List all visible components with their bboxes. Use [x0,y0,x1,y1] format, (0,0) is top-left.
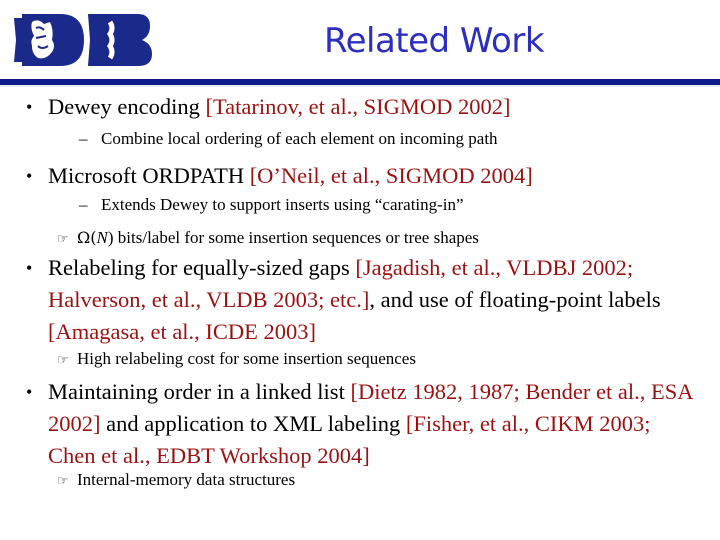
item-text-2: , and use of floating-point labels [369,287,661,312]
dash-marker: – [79,129,88,148]
item-text: Maintaining order in a linked list [48,379,351,404]
slide-title: Related Work [324,21,545,61]
citation: [O’Neil, et al., SIGMOD 2004] [249,163,533,188]
bullet-icon: • [26,166,33,186]
title-rule-shadow [0,85,720,87]
sub-item: – Combine local ordering of each element … [79,128,699,150]
pointing-hand-icon: ☞ [57,352,69,367]
note-text: Internal-memory data structures [77,470,296,489]
omega-symbol: Ω( [77,228,97,247]
sub-item-text: Extends Dewey to support inserts using “… [101,195,464,214]
bullet-icon: • [26,258,33,278]
bullet-item: • Maintaining order in a linked list [Di… [26,376,698,472]
bullet-icon: • [26,97,33,117]
duke-db-logo [14,14,152,66]
note-item: ☞ Ω(N) bits/label for some insertion sequ… [57,227,697,250]
item-text-2: and application to XML labeling [100,411,406,436]
dash-marker: – [79,195,88,214]
citation: [Tatarinov, et al., SIGMOD 2002] [205,94,511,119]
bullet-item: • Microsoft ORDPATH [O’Neil, et al., SIG… [26,160,698,192]
note-text: bits/label for some insertion sequences … [113,228,479,247]
pointing-hand-icon: ☞ [57,473,69,488]
item-text: Microsoft ORDPATH [48,163,250,188]
note-item: ☞ High relabeling cost for some insertion… [57,348,697,371]
bullet-icon: • [26,382,33,402]
note-item: ☞ Internal-memory data structures [57,469,697,492]
bullet-item: • Relabeling for equally-sized gaps [Jag… [26,252,698,348]
pointing-hand-icon: ☞ [57,231,69,246]
note-text: High relabeling cost for some insertion … [77,349,416,368]
sub-item: – Extends Dewey to support inserts using … [79,194,699,216]
citation-2: [Amagasa, et al., ICDE 2003] [48,319,317,344]
bullet-item: • Dewey encoding [Tatarinov, et al., SIG… [26,91,698,123]
sub-item-text: Combine local ordering of each element o… [101,129,498,148]
logo-b-shape [88,14,152,66]
item-text: Relabeling for equally-sized gaps [48,255,356,280]
blue-devil-icon [31,20,54,59]
variable-n: N [96,228,108,247]
item-text: Dewey encoding [48,94,206,119]
